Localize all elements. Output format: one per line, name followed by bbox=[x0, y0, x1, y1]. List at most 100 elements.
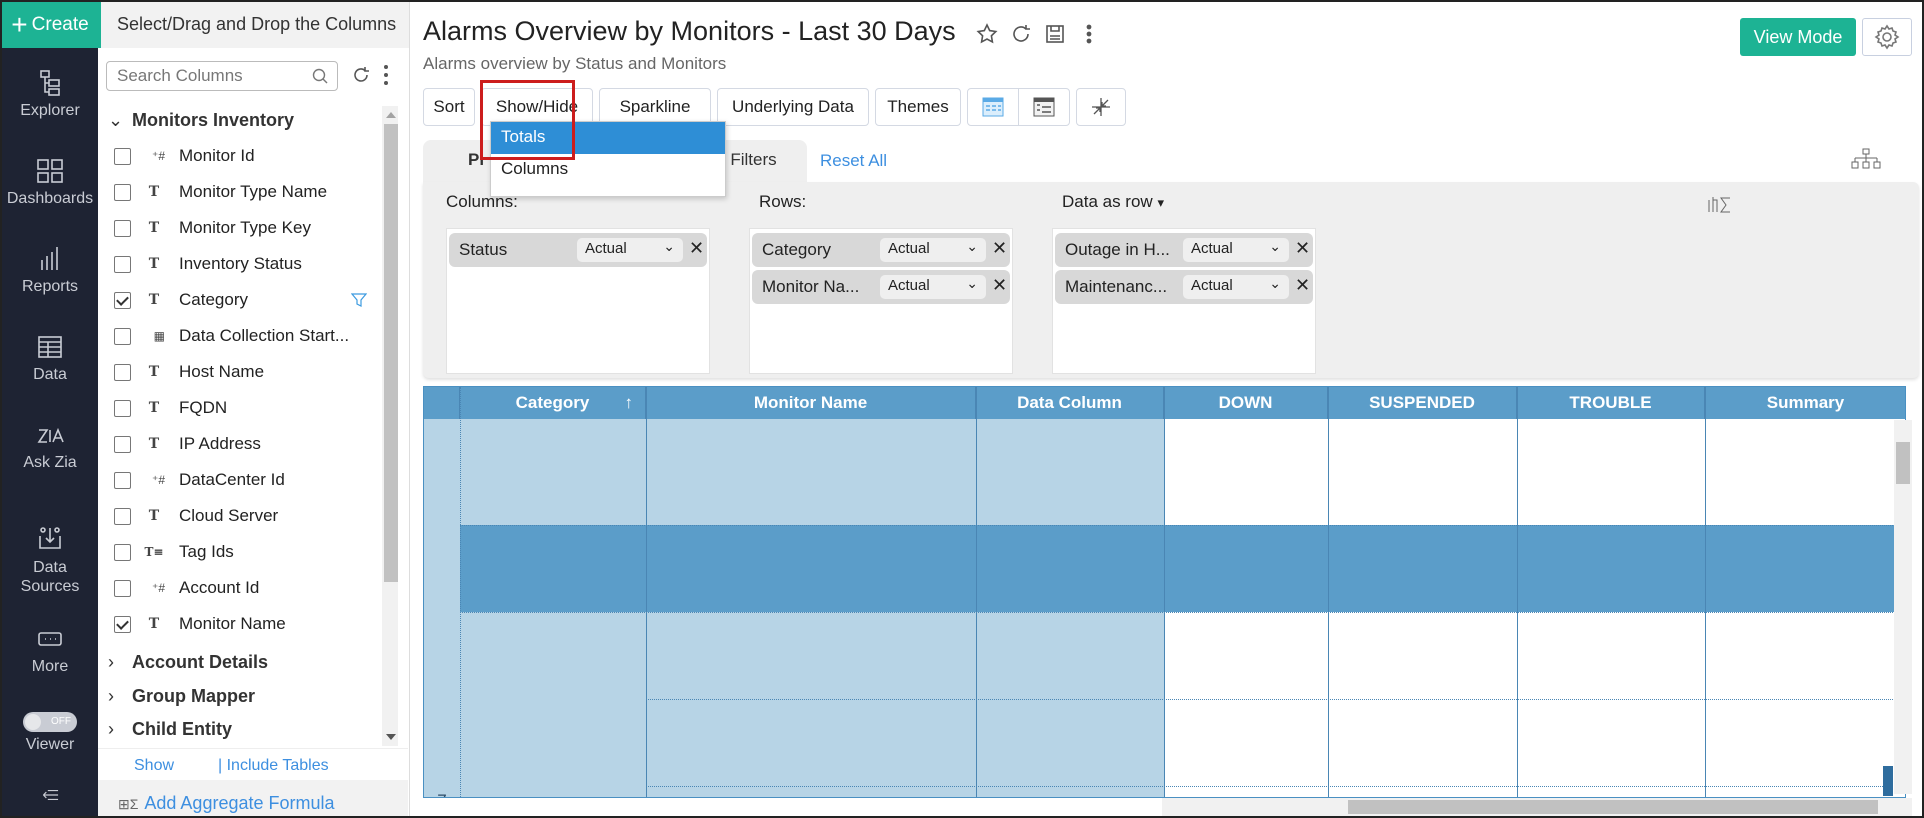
group-account-details[interactable]: › Account Details bbox=[108, 652, 268, 673]
data-drop-zone[interactable]: Outage in H... Actual ⌄ ✕ Maintenanc... A… bbox=[1052, 228, 1316, 374]
nav-dashboards[interactable]: Dashboards bbox=[2, 156, 98, 208]
scroll-thumb[interactable] bbox=[1896, 442, 1910, 484]
field-monitor-type-key[interactable]: T Monitor Type Key bbox=[114, 213, 311, 243]
field-monitor-id[interactable]: ⁺# Monitor Id bbox=[114, 141, 255, 171]
checkbox[interactable] bbox=[114, 507, 131, 525]
nav-reports[interactable]: Reports bbox=[2, 244, 98, 296]
data-chip-maintenance[interactable]: Maintenanc... Actual ⌄ ✕ bbox=[1055, 270, 1313, 304]
collapse-nav-button[interactable] bbox=[2, 784, 98, 811]
refresh-icon[interactable] bbox=[1009, 22, 1033, 46]
column-header[interactable]: Data Column bbox=[976, 387, 1164, 419]
field-fqdn[interactable]: T FQDN bbox=[114, 393, 227, 423]
tabular-view-button[interactable] bbox=[967, 88, 1019, 126]
search-columns-input[interactable]: Search Columns bbox=[106, 61, 338, 91]
field-account-id[interactable]: ⁺# Account Id bbox=[114, 573, 259, 603]
aggregation-select[interactable]: Actual ⌄ bbox=[1183, 275, 1289, 299]
table-horizontal-scrollbar[interactable] bbox=[1162, 798, 1912, 816]
nav-data[interactable]: Data bbox=[2, 332, 98, 384]
checkbox[interactable] bbox=[114, 183, 131, 201]
rows-drop-zone[interactable]: Category Actual ⌄ ✕ Monitor Na... Actual ⌄… bbox=[749, 228, 1013, 374]
sort-button[interactable]: Sort bbox=[423, 88, 475, 126]
checkbox[interactable] bbox=[114, 435, 131, 453]
table-vertical-scrollbar[interactable] bbox=[1894, 420, 1912, 794]
column-chip-status[interactable]: Status Actual ⌄ ✕ bbox=[449, 233, 707, 267]
remove-icon[interactable]: ✕ bbox=[1295, 238, 1310, 259]
field-tag-ids[interactable]: T≡ Tag Ids bbox=[114, 537, 234, 567]
column-header[interactable]: Category ↑ bbox=[460, 387, 646, 419]
field-monitor-name[interactable]: T Monitor Name bbox=[114, 609, 286, 639]
collapse-panel-handle[interactable] bbox=[1883, 766, 1893, 796]
checkbox[interactable] bbox=[114, 219, 131, 237]
collapse-button[interactable] bbox=[1076, 88, 1126, 126]
field-datacenter-id[interactable]: ⁺# DataCenter Id bbox=[114, 465, 285, 495]
sort-ascending-icon[interactable]: ↑ bbox=[625, 387, 634, 419]
aggregation-select[interactable]: Actual ⌄ bbox=[880, 238, 986, 262]
view-mode-button[interactable]: View Mode bbox=[1740, 18, 1856, 56]
underlying-data-button[interactable]: Underlying Data bbox=[717, 88, 869, 126]
filter-icon[interactable] bbox=[351, 292, 367, 308]
group-child-entity[interactable]: › Child Entity bbox=[108, 719, 232, 740]
group-group-mapper[interactable]: › Group Mapper bbox=[108, 686, 255, 707]
field-category[interactable]: T Category bbox=[114, 285, 248, 315]
checkbox[interactable] bbox=[114, 363, 131, 381]
row-chip-monitor-name[interactable]: Monitor Na... Actual ⌄ ✕ bbox=[752, 270, 1010, 304]
field-host-name[interactable]: T Host Name bbox=[114, 357, 264, 387]
remove-icon[interactable]: ✕ bbox=[992, 275, 1007, 296]
save-icon[interactable] bbox=[1043, 22, 1067, 46]
aggregation-select[interactable]: Actual ⌄ bbox=[880, 275, 986, 299]
checkbox-checked[interactable] bbox=[114, 291, 131, 309]
nav-ask-zia[interactable]: Ask Zia bbox=[2, 420, 98, 472]
create-button[interactable]: + Create bbox=[2, 2, 98, 48]
field-inventory-status[interactable]: T Inventory Status bbox=[114, 249, 302, 279]
hierarchy-icon[interactable] bbox=[1850, 148, 1882, 170]
column-header[interactable]: TROUBLE bbox=[1517, 387, 1705, 419]
scroll-up-arrow[interactable] bbox=[386, 112, 396, 118]
group-monitors-inventory[interactable]: ⌄ Monitors Inventory bbox=[108, 110, 294, 131]
star-icon[interactable] bbox=[975, 22, 999, 46]
nav-data-sources[interactable]: Data Sources bbox=[2, 524, 98, 596]
viewer-toggle[interactable]: OFF bbox=[23, 712, 77, 732]
scroll-thumb[interactable] bbox=[1348, 800, 1878, 814]
columns-drop-zone[interactable]: Status Actual ⌄ ✕ bbox=[446, 228, 710, 374]
menu-item-totals[interactable]: Totals bbox=[491, 122, 725, 154]
remove-icon[interactable]: ✕ bbox=[689, 238, 704, 259]
add-aggregate-formula-button[interactable]: ⊞Σ Add Aggregate Formula bbox=[98, 780, 408, 816]
nav-explorer[interactable]: Explorer bbox=[2, 68, 98, 120]
reset-all-link[interactable]: Reset All bbox=[820, 151, 887, 171]
checkbox[interactable] bbox=[114, 399, 131, 417]
checkbox[interactable] bbox=[114, 147, 131, 165]
checkbox[interactable] bbox=[114, 579, 131, 597]
column-header[interactable]: SUSPENDED bbox=[1328, 387, 1517, 419]
field-data-collection-start[interactable]: ▦ Data Collection Start... bbox=[114, 321, 349, 351]
column-header[interactable]: DOWN bbox=[1164, 387, 1328, 419]
more-options-icon[interactable] bbox=[1077, 22, 1101, 46]
themes-button[interactable]: Themes bbox=[875, 88, 961, 126]
checkbox-checked[interactable] bbox=[114, 615, 131, 633]
aggregation-select[interactable]: Actual ⌄ bbox=[577, 238, 683, 262]
include-tables-link[interactable]: | Include Tables bbox=[218, 757, 329, 775]
row-chip-category[interactable]: Category Actual ⌄ ✕ bbox=[752, 233, 1010, 267]
checkbox[interactable] bbox=[114, 327, 131, 345]
remove-icon[interactable]: ✕ bbox=[992, 238, 1007, 259]
scroll-thumb[interactable] bbox=[384, 124, 398, 582]
field-monitor-type-name[interactable]: T Monitor Type Name bbox=[114, 177, 327, 207]
column-panel-scrollbar[interactable] bbox=[382, 106, 398, 746]
checkbox[interactable] bbox=[114, 543, 131, 561]
nav-more[interactable]: More bbox=[2, 624, 98, 676]
aggregation-select[interactable]: Actual ⌄ bbox=[1183, 238, 1289, 262]
data-chip-outage[interactable]: Outage in H... Actual ⌄ ✕ bbox=[1055, 233, 1313, 267]
remove-icon[interactable]: ✕ bbox=[1295, 275, 1310, 296]
summary-columns-icon[interactable] bbox=[1707, 194, 1733, 214]
show-link[interactable]: Show bbox=[134, 757, 174, 775]
field-ip-address[interactable]: T IP Address bbox=[114, 429, 261, 459]
more-options-icon[interactable] bbox=[383, 64, 389, 86]
data-as-row-dropdown[interactable]: Data as row ▾ bbox=[1062, 192, 1164, 212]
column-header[interactable]: Summary bbox=[1705, 387, 1905, 419]
column-header[interactable]: Monitor Name bbox=[646, 387, 976, 419]
scroll-down-arrow[interactable] bbox=[386, 734, 396, 740]
compact-view-button[interactable] bbox=[1018, 88, 1070, 126]
settings-button[interactable] bbox=[1862, 18, 1912, 56]
nav-viewer[interactable]: OFF Viewer bbox=[2, 712, 98, 754]
menu-item-columns[interactable]: Columns bbox=[491, 154, 725, 186]
refresh-icon[interactable] bbox=[350, 64, 372, 86]
